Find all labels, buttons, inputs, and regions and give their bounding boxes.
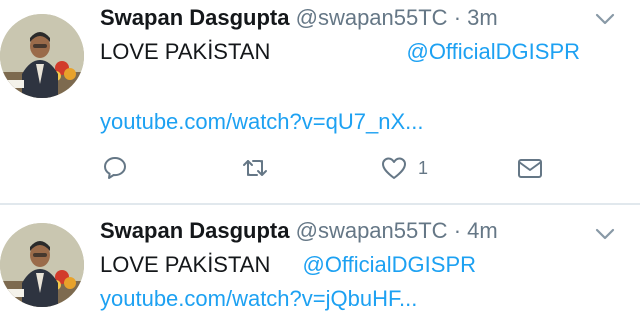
tweet-body: LOVE PAKİSTAN [100, 39, 271, 64]
avatar[interactable] [0, 223, 84, 307]
mention-link[interactable]: @OfficialDGISPR [406, 39, 580, 64]
author-name[interactable]: Swapan Dasgupta [100, 5, 289, 30]
tweet[interactable]: Swapan Dasgupta @swapan55TC · 3m LOVE PA… [0, 0, 640, 204]
avatar[interactable] [0, 14, 84, 98]
tweet-time[interactable]: 4m [467, 218, 498, 243]
avatar-photo [0, 14, 84, 98]
tweet-body: LOVE PAKİSTAN [100, 252, 271, 277]
avatar-photo [0, 223, 84, 307]
reply-icon [102, 155, 128, 181]
tweet[interactable]: Swapan Dasgupta @swapan55TC · 4m LOVE PA… [0, 205, 640, 330]
separator-dot: · [453, 218, 462, 243]
tweet-text: LOVE PAKİSTAN @OfficialDGISPR [100, 251, 476, 279]
tweet-link[interactable]: youtube.com/watch?v=qU7_nX... [100, 108, 423, 136]
like-icon [380, 155, 408, 181]
direct-message-icon [516, 155, 544, 181]
chevron-down-icon[interactable] [594, 12, 616, 26]
author-handle[interactable]: @swapan55TC [296, 218, 448, 243]
separator-dot: · [453, 5, 462, 30]
tweet-link[interactable]: youtube.com/watch?v=jQbuHF... [100, 285, 417, 313]
author-handle[interactable]: @swapan55TC [296, 5, 448, 30]
author-name[interactable]: Swapan Dasgupta [100, 218, 289, 243]
reply-button[interactable] [102, 154, 128, 182]
chevron-down-icon[interactable] [594, 227, 616, 241]
retweet-button[interactable] [240, 154, 270, 182]
tweet-actions: 1 [100, 150, 560, 186]
mention-link[interactable]: @OfficialDGISPR [302, 252, 476, 277]
tweet-text: LOVE PAKİSTAN @OfficialDGISPR [100, 38, 580, 66]
tweet-header: Swapan Dasgupta @swapan55TC · 3m [100, 4, 498, 32]
timeline-feed: Swapan Dasgupta @swapan55TC · 3m LOVE PA… [0, 0, 640, 330]
like-button[interactable]: 1 [380, 154, 428, 182]
retweet-icon [240, 155, 270, 181]
direct-message-button[interactable] [516, 154, 544, 182]
tweet-time[interactable]: 3m [467, 5, 498, 30]
tweet-header: Swapan Dasgupta @swapan55TC · 4m [100, 217, 498, 245]
like-count: 1 [418, 157, 429, 178]
